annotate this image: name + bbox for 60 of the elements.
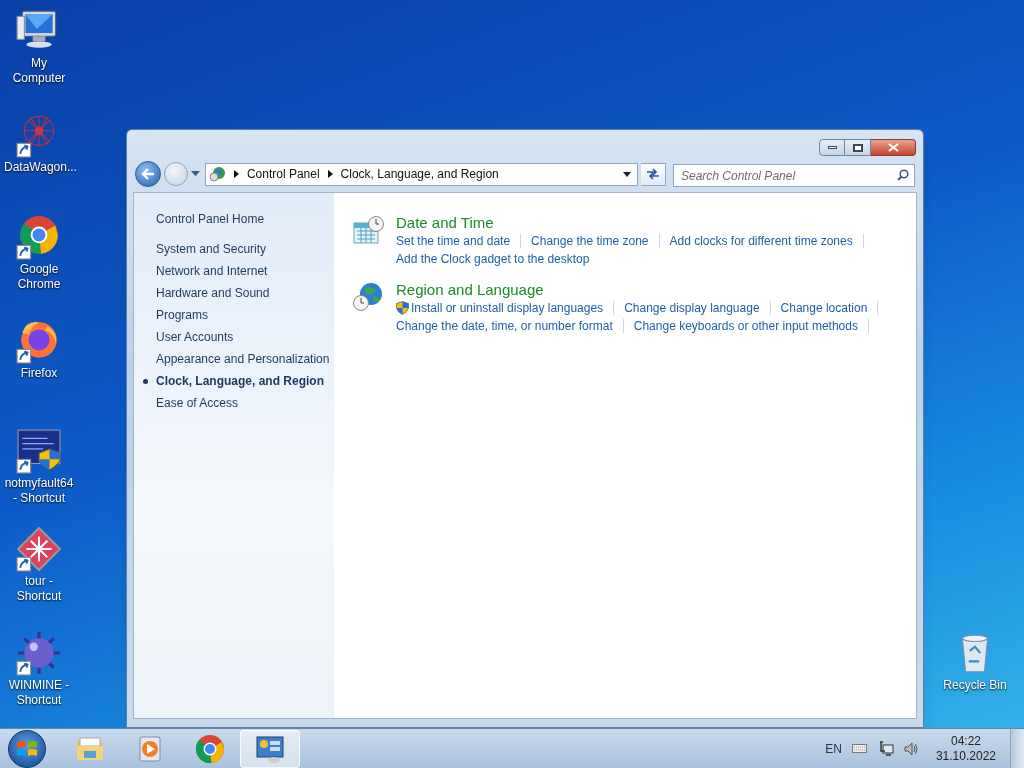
clock-date[interactable]: 31.10.2022 xyxy=(935,748,996,764)
windows-logo-icon xyxy=(16,738,38,759)
desktop-icon-label[interactable]: notmyfault64 - Shortcut xyxy=(4,476,74,506)
history-dropdown-icon[interactable] xyxy=(190,171,200,177)
search-icon[interactable] xyxy=(897,168,909,181)
back-arrow-icon xyxy=(140,168,155,180)
flower-tile-icon[interactable] xyxy=(16,526,62,572)
task-link[interactable]: Add the Clock gadget to the desktop xyxy=(396,250,590,268)
refresh-button[interactable] xyxy=(641,162,666,186)
network-icon[interactable] xyxy=(878,741,894,756)
chrome-icon xyxy=(194,732,226,765)
task-link[interactable]: Change the date, time, or number format xyxy=(396,317,613,335)
monitor-shield-icon[interactable] xyxy=(16,428,62,474)
volume-icon[interactable] xyxy=(903,741,918,756)
desktop-icon-label[interactable]: WINMINE - Shortcut xyxy=(4,678,74,708)
calendar-clock-icon[interactable] xyxy=(352,215,384,247)
minimize-button[interactable] xyxy=(819,139,845,156)
dropdown-icon[interactable] xyxy=(623,171,632,177)
sidebar-link[interactable]: Hardware and Sound xyxy=(156,286,332,301)
maximize-button[interactable] xyxy=(845,139,871,156)
taskbar-button[interactable] xyxy=(240,729,300,768)
desktop-icon-label[interactable]: Firefox xyxy=(4,366,74,381)
address-bar[interactable]: Control Panel Clock, Language, and Region xyxy=(204,162,639,186)
desktop-icon-label[interactable]: tour - Shortcut xyxy=(4,574,74,604)
sidebar-link[interactable]: Network and Internet xyxy=(156,264,332,279)
clock-time[interactable]: 04:22 xyxy=(950,733,981,749)
keyboard-icon[interactable] xyxy=(851,744,867,753)
sidebar-link[interactable]: Appearance and Personalization xyxy=(156,352,332,367)
globe-clock-icon[interactable] xyxy=(352,282,384,314)
section-heading-link[interactable]: Date and Time xyxy=(396,213,874,232)
task-link[interactable]: Change keyboards or other input methods xyxy=(633,317,858,335)
desktop-icon-label[interactable]: Google Chrome xyxy=(4,262,74,292)
breadcrumb-item[interactable]: Clock, Language, and Region xyxy=(340,165,499,183)
mine-icon[interactable] xyxy=(16,630,62,676)
task-link[interactable]: Set the time and date xyxy=(396,232,511,250)
language-indicator[interactable]: EN xyxy=(825,739,842,758)
sidebar-link[interactable]: Programs xyxy=(156,308,332,323)
search-field[interactable]: Search Control Panel xyxy=(673,164,915,187)
sidebar-link[interactable]: Ease of Access xyxy=(156,396,332,411)
desktop-icon-label[interactable]: DataWagon... xyxy=(4,160,74,175)
sidebar-link[interactable]: Clock, Language, and Region xyxy=(156,374,332,389)
task-link[interactable]: Change location xyxy=(780,299,868,317)
close-button[interactable] xyxy=(871,139,916,156)
sidebar-link[interactable]: System and Security xyxy=(156,242,332,257)
breadcrumb-item[interactable]: Control Panel xyxy=(246,165,320,183)
sidebar-link[interactable]: User Accounts xyxy=(156,330,332,345)
task-link[interactable]: Install or uninstall display languages xyxy=(411,299,604,317)
control-panel-icon xyxy=(208,166,226,182)
control-panel-home-link[interactable]: Control Panel Home xyxy=(156,212,265,226)
section-heading-link[interactable]: Region and Language xyxy=(396,280,889,299)
refresh-icon xyxy=(646,168,660,180)
start-button[interactable] xyxy=(8,729,46,768)
breadcrumb-arrow-icon[interactable] xyxy=(233,170,239,178)
desktop-icon-label[interactable]: My Computer xyxy=(4,56,74,86)
task-link[interactable]: Change display language xyxy=(624,299,760,317)
task-link[interactable]: Change the time zone xyxy=(531,232,649,250)
back-button[interactable] xyxy=(135,161,161,187)
task-link[interactable]: Add clocks for different time zones xyxy=(669,232,853,250)
breadcrumb-arrow-icon[interactable] xyxy=(327,170,333,178)
close-icon xyxy=(887,143,899,152)
